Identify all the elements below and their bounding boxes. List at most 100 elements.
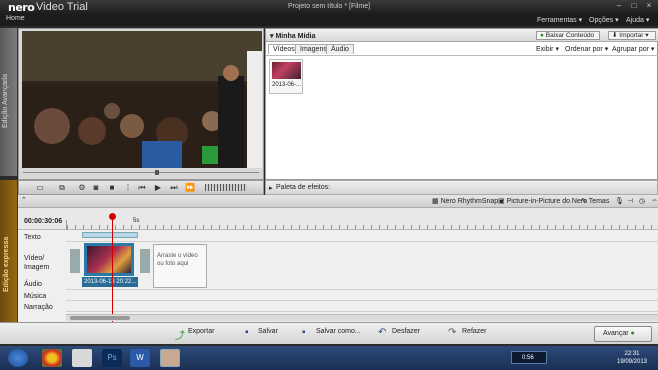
display-icon[interactable]: ▭ [35, 183, 45, 193]
drop-zone[interactable]: Arraste o vídeo ou foto aqui [153, 244, 207, 288]
advanced-editing-label: Edição Avançada [2, 74, 9, 128]
playback-controls: ▭ ⧉ ⚙ ◙ ■ ⁞ ⏮ ▶ ⏭ ⏩ [18, 180, 264, 195]
marker-icon[interactable]: ⊣ [627, 197, 633, 205]
menu-tools[interactable]: Ferramentas ▾ [537, 16, 582, 24]
clock-date: 19/09/2013 [616, 359, 648, 365]
collapse-up-icon[interactable]: ⌃ [21, 196, 27, 204]
video-clip-label[interactable]: 2013-06-13 20:22... [82, 277, 138, 287]
menu-help[interactable]: Ajuda ▾ [626, 16, 649, 24]
camera-icon[interactable]: ◙ [91, 183, 101, 193]
go-end-icon[interactable]: ⏩ [185, 183, 195, 193]
zoom-fit-icon[interactable]: ⇔ [651, 197, 658, 204]
preview-scrubber[interactable] [23, 170, 259, 175]
effects-label: Paleta de efeitos: [276, 184, 331, 191]
resize-icon[interactable]: ⧉ [57, 183, 67, 193]
view-menu[interactable]: Exibir ▾ [536, 45, 559, 53]
pip-icon: ▣ [498, 198, 505, 205]
media-thumbnail [272, 62, 301, 79]
text-clip-slot[interactable] [82, 232, 138, 238]
menu-bar: Home Ferramentas ▾ Opções ▾ Ajuda ▾ [0, 14, 658, 26]
track-label-audio: Áudio [24, 281, 42, 288]
mark-icon[interactable]: ⁞ [123, 183, 133, 193]
bottom-bar: ⤴ Exportar ▪ Salvar ▪ Salvar como... ↶ D… [0, 322, 658, 344]
tools-bar: ⌃ ▦ Nero RhythmSnap ▾ ▣ Picture-in-Pictu… [18, 195, 658, 208]
effects-bar: ▸ Paleta de efeitos: [265, 180, 658, 195]
minimize-icon[interactable]: – [612, 1, 626, 11]
redo-icon: ↷ [448, 327, 457, 338]
playhead[interactable] [112, 218, 113, 322]
clock: 22:31 19/09/2013 [612, 350, 652, 366]
next-button[interactable]: Avançar ● [594, 326, 652, 342]
windows-taskbar: Ps W 0:56 22:31 19/09/2013 [0, 346, 658, 370]
home-button[interactable]: Home [6, 15, 25, 22]
video-frame [22, 31, 262, 168]
start-icon[interactable] [8, 349, 28, 367]
import-button[interactable]: ⬇ Importar ▾ [608, 31, 656, 40]
transition-slot-right[interactable] [140, 249, 150, 273]
volume-meter[interactable] [205, 184, 247, 191]
arrow-right-icon: ● [630, 330, 635, 337]
close-icon[interactable]: × [642, 1, 656, 11]
download-content-button[interactable]: ● Baixar Conteúdo [536, 31, 600, 40]
redo-button[interactable]: Refazer [462, 328, 487, 335]
step-forward-icon[interactable]: ⏭ [169, 183, 179, 193]
tab-audio[interactable]: Áudio [326, 44, 354, 54]
word-icon[interactable]: W [130, 349, 150, 367]
media-title: Minha Mídia [275, 33, 316, 40]
media-item[interactable]: 2013-06-... [269, 59, 303, 94]
document-title: Projeto sem título * [Filme] [287, 3, 371, 10]
timeline-ruler[interactable]: 5s [66, 218, 658, 230]
express-editing-label: Edição expressa [3, 236, 10, 292]
narration-lane[interactable] [66, 301, 658, 312]
media-item-label: 2013-06-... [272, 82, 302, 88]
track-label-text: Texto [24, 234, 41, 241]
track-label-narration: Narração [24, 304, 53, 311]
expand-icon[interactable]: ▸ [269, 184, 273, 192]
save-as-button[interactable]: Salvar como... [316, 328, 361, 335]
timeline-scrollbar[interactable] [66, 314, 658, 321]
clock-time: 22:31 [624, 351, 640, 357]
microphone-icon[interactable]: 🎙 [615, 197, 624, 205]
save-button[interactable]: Salvar [258, 328, 278, 335]
play-icon[interactable]: ▶ [153, 183, 163, 193]
rhythmsnap-icon: ▦ [432, 198, 439, 205]
maximize-icon[interactable]: □ [627, 1, 641, 11]
ruler-mark: 5s [133, 218, 140, 224]
photoshop-icon[interactable]: Ps [102, 349, 122, 367]
express-editing-tab[interactable]: Edição expressa [0, 180, 18, 322]
export-button[interactable]: Exportar [188, 328, 214, 335]
stop-icon[interactable]: ■ [107, 183, 117, 193]
media-header: ▾ Minha Mídia ● Baixar Conteúdo ⬇ Import… [266, 29, 658, 42]
rhythmsnap-button[interactable]: ▦ Nero RhythmSnap ▾ [432, 197, 504, 205]
timecode: 00:00:30:06 [24, 218, 63, 225]
go-start-icon[interactable]: ⏮ [137, 183, 147, 193]
video-clip-thumbnail[interactable] [84, 243, 134, 276]
save-icon: ▪ [245, 327, 249, 338]
undo-button[interactable]: Desfazer [392, 328, 420, 335]
save-as-icon: ▪ [302, 327, 306, 338]
sort-menu[interactable]: Ordenar por ▾ [565, 45, 608, 53]
media-panel: ▾ Minha Mídia ● Baixar Conteúdo ⬇ Import… [265, 28, 658, 180]
track-label-music: Música [24, 293, 47, 300]
track-label-video: Vídeo/ Imagem [24, 255, 50, 271]
clock-icon[interactable]: ◷ [639, 197, 645, 205]
import-icon: ⬇ [612, 32, 618, 39]
download-icon: ● [540, 32, 544, 39]
group-menu[interactable]: Agrupar por ▾ [612, 45, 654, 53]
menu-options[interactable]: Opções ▾ [589, 16, 619, 24]
export-icon: ⤴ [175, 331, 185, 342]
themes-icon: ✎ [581, 198, 587, 205]
pip-button[interactable]: ▣ Picture-in-Picture do Nero [498, 197, 587, 205]
nero-video-taskbar-icon[interactable] [160, 349, 180, 367]
chrome-icon[interactable] [42, 349, 62, 367]
transition-slot-left[interactable] [70, 249, 80, 273]
advanced-editing-tab[interactable]: Edição Avançada [0, 28, 18, 176]
video-preview-panel [18, 28, 264, 180]
themes-button[interactable]: ✎ Temas [581, 197, 609, 205]
text-lane[interactable] [66, 231, 658, 242]
title-bar: nero Video Trial Projeto sem título * [F… [0, 0, 658, 14]
settings-icon[interactable]: ⚙ [77, 183, 87, 193]
music-lane[interactable] [66, 290, 658, 301]
apps-icon[interactable] [72, 349, 92, 367]
media-volume-widget[interactable]: 0:56 [511, 351, 547, 364]
